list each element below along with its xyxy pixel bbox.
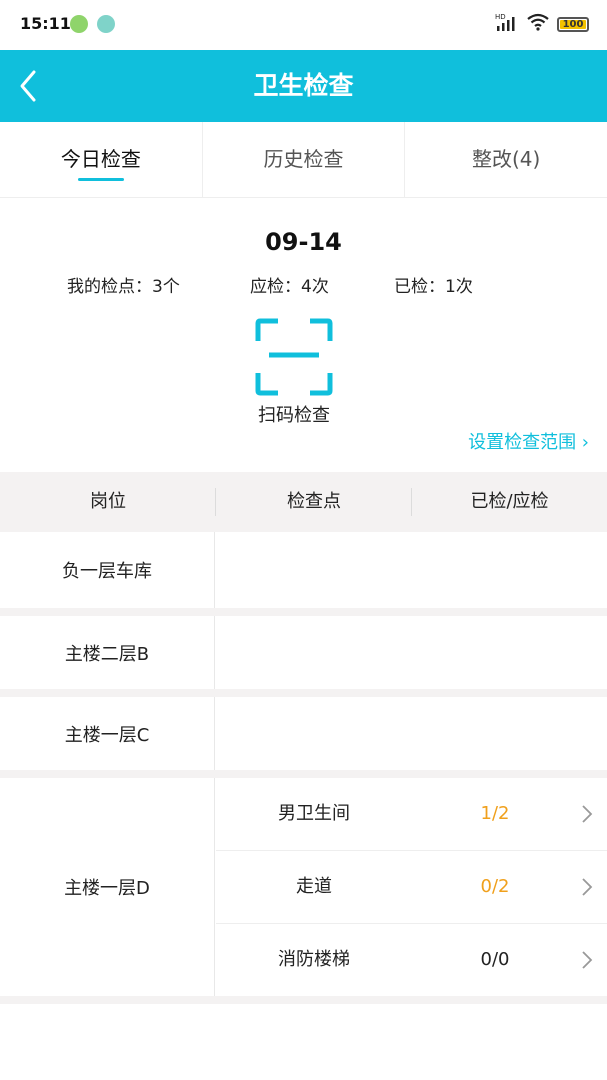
- checkpoint-name: 走道: [296, 876, 332, 897]
- checkpoint-progress: 0/2: [480, 876, 510, 897]
- checkpoint-progress: 1/2: [480, 803, 510, 824]
- column-header-position: 岗位: [0, 472, 216, 532]
- app-header: 卫生检查: [0, 50, 607, 122]
- check-date: 09-14: [265, 228, 342, 256]
- table-header: 岗位 检查点 已检/应检: [0, 472, 607, 532]
- chevron-right-icon: [582, 805, 593, 823]
- set-check-scope-link[interactable]: 设置检查范围 ›: [468, 428, 589, 454]
- tab-bar: 今日检查 历史检查 整改(4): [0, 122, 607, 198]
- column-header-label: 检查点: [287, 491, 341, 512]
- battery-icon: 100: [557, 16, 589, 32]
- battery-level: 100: [562, 18, 584, 30]
- checkpoint-name: 消防楼梯: [278, 949, 350, 970]
- status-bar: 15:11 HD 100: [0, 0, 607, 50]
- position-cell: 主楼一层C: [0, 697, 215, 770]
- position-cell: 主楼二层B: [0, 616, 215, 689]
- row-divider: [0, 608, 607, 616]
- status-indicators: HD 100: [495, 12, 589, 36]
- checkpoint-row[interactable]: 消防楼梯 0/0: [216, 924, 607, 997]
- tab-label: 历史检查: [263, 147, 344, 171]
- tab-label: 整改(4): [472, 147, 541, 171]
- app-notification-icon: [97, 15, 115, 33]
- status-time: 15:11: [20, 14, 71, 33]
- scan-qr-icon: [255, 318, 333, 396]
- chevron-left-icon: [20, 70, 36, 102]
- column-header-progress: 已检/应检: [412, 472, 607, 532]
- tab-label: 今日检查: [60, 147, 141, 171]
- table-row: 主楼一层D 男卫生间 1/2 走道 0/2 消防楼梯 0/0: [0, 778, 607, 996]
- checkpoint-row[interactable]: 走道 0/2: [216, 851, 607, 924]
- column-header-label: 已检/应检: [470, 491, 549, 512]
- wifi-icon: [527, 13, 549, 35]
- scan-button[interactable]: [254, 317, 334, 397]
- check-summary: 09-14 我的检点：3个 应检：4次 已检：1次 扫码检查 设置检查范围 ›: [0, 198, 607, 472]
- row-divider: [0, 689, 607, 697]
- network-type-label: HD: [495, 13, 506, 21]
- column-header-checkpoint: 检查点: [216, 472, 412, 532]
- app-notification-icon: [70, 15, 88, 33]
- checkpoint-row[interactable]: 男卫生间 1/2: [216, 778, 607, 851]
- scan-label: 扫码检查: [258, 405, 330, 426]
- table-row: 主楼一层C: [0, 697, 607, 770]
- column-header-label: 岗位: [90, 491, 126, 512]
- tab-history-check[interactable]: 历史检查: [203, 122, 406, 197]
- checkpoint-name: 男卫生间: [278, 803, 350, 824]
- position-cell: 负一层车库: [0, 532, 215, 608]
- tab-active-indicator: [77, 178, 124, 181]
- row-divider: [0, 996, 607, 1004]
- page-title: 卫生检查: [253, 71, 354, 100]
- chevron-right-icon: [582, 878, 593, 896]
- checkpoint-progress: 0/0: [480, 949, 510, 970]
- back-button[interactable]: [12, 66, 52, 106]
- should-check-stat: 应检：4次: [250, 277, 329, 297]
- position-cell: 主楼一层D: [0, 778, 215, 996]
- table-row: 主楼二层B: [0, 616, 607, 689]
- row-divider: [0, 770, 607, 778]
- checked-stat: 已检：1次: [394, 277, 473, 297]
- tab-today-check[interactable]: 今日检查: [0, 122, 203, 197]
- chevron-right-icon: [582, 951, 593, 969]
- tab-rectification[interactable]: 整改(4): [405, 122, 607, 197]
- signal-icon: HD: [495, 12, 519, 36]
- table-row: 负一层车库: [0, 532, 607, 608]
- my-points-stat: 我的检点：3个: [67, 277, 180, 297]
